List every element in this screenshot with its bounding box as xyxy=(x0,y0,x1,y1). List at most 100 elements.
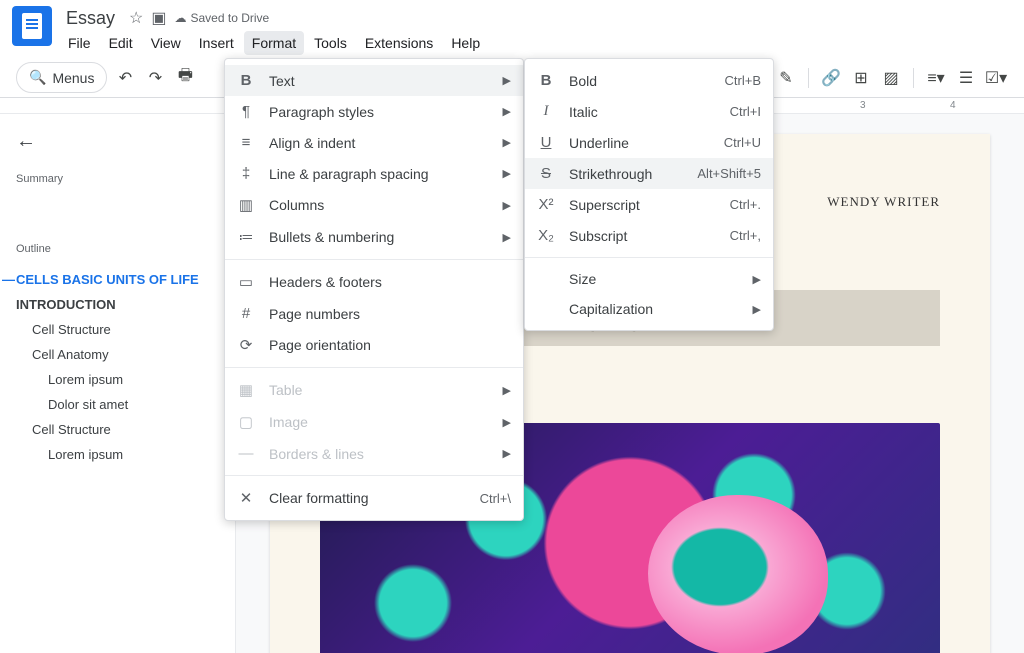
columns-icon: ▥ xyxy=(237,196,255,214)
outline-item[interactable]: Cell Structure xyxy=(16,417,204,442)
menu-file[interactable]: File xyxy=(60,31,99,55)
header: Essay ☆ ▣ ☁ Saved to Drive FileEditViewI… xyxy=(0,0,1024,58)
strikethrough-icon: S xyxy=(537,165,555,182)
spacing-icon[interactable]: ☰ xyxy=(954,66,978,90)
text-capitalization[interactable]: Capitalization▶ xyxy=(525,294,773,324)
link-icon[interactable]: 🔗 xyxy=(819,66,843,90)
menu-help[interactable]: Help xyxy=(443,31,488,55)
format-page-numbers[interactable]: #Page numbers xyxy=(225,298,523,329)
align-icon[interactable]: ≡▾ xyxy=(924,66,948,90)
format-clear-formatting[interactable]: ✕ Clear formatting Ctrl+\ xyxy=(225,482,523,514)
back-arrow-icon[interactable]: ← xyxy=(16,130,204,153)
format-align-indent[interactable]: ≡Align & indent▶ xyxy=(225,127,523,158)
chevron-right-icon: ▶ xyxy=(503,167,511,180)
docs-logo[interactable] xyxy=(12,6,52,46)
shortcut-label: Ctrl+\ xyxy=(480,491,511,506)
menu-item-label: Headers & footers xyxy=(269,274,511,290)
menus-label: Menus xyxy=(52,70,94,86)
format-text[interactable]: BText▶ xyxy=(225,65,523,96)
saved-label: Saved to Drive xyxy=(191,11,270,25)
subscript-icon: X₂ xyxy=(537,227,555,244)
cloud-status[interactable]: ☁ Saved to Drive xyxy=(175,11,270,25)
doc-title[interactable]: Essay xyxy=(60,6,121,31)
menu-item-label: Text xyxy=(269,73,489,89)
outline-item[interactable]: INTRODUCTION xyxy=(16,292,204,317)
borders-lines-icon: — xyxy=(237,445,255,462)
cloud-icon: ☁ xyxy=(175,11,187,25)
menu-item-label: Subscript xyxy=(569,228,716,244)
outline-list: CELLS BASIC UNITS OF LIFEINTRODUCTIONCel… xyxy=(16,267,204,467)
text-italic[interactable]: IItalicCtrl+I xyxy=(525,96,773,127)
shortcut-label: Ctrl+, xyxy=(730,228,761,243)
text-bold[interactable]: BBoldCtrl+B xyxy=(525,65,773,96)
text-underline[interactable]: U Underline Ctrl+U xyxy=(525,127,773,158)
chevron-right-icon: ▶ xyxy=(753,303,761,316)
highlight-icon[interactable]: ✎ xyxy=(774,66,798,90)
star-icon[interactable]: ☆ xyxy=(129,8,143,28)
chevron-right-icon: ▶ xyxy=(503,199,511,212)
outline-item[interactable]: Cell Anatomy xyxy=(16,342,204,367)
format-page-orientation[interactable]: ⟳ Page orientation xyxy=(225,329,523,361)
underline-icon: U xyxy=(537,134,555,151)
outline-item[interactable]: Cell Structure xyxy=(16,317,204,342)
shortcut-label: Alt+Shift+5 xyxy=(697,166,761,181)
chevron-right-icon: ▶ xyxy=(753,273,761,286)
menu-item-label: Table xyxy=(269,382,489,398)
comment-icon[interactable]: ⊞ xyxy=(849,66,873,90)
format-columns[interactable]: ▥ Columns ▶ xyxy=(225,189,523,221)
format-paragraph-styles[interactable]: ¶Paragraph styles▶ xyxy=(225,96,523,127)
menu-insert[interactable]: Insert xyxy=(191,31,242,55)
menubar: FileEditViewInsertFormatToolsExtensionsH… xyxy=(60,30,1012,56)
outline-item[interactable]: Lorem ipsum xyxy=(16,442,204,467)
line-paragraph-spacing-icon: ‡ xyxy=(237,165,255,182)
text-strikethrough[interactable]: S Strikethrough Alt+Shift+5 xyxy=(525,158,773,189)
outline-sidebar: ← Summary Outline CELLS BASIC UNITS OF L… xyxy=(0,114,220,653)
text-superscript[interactable]: X²SuperscriptCtrl+. xyxy=(525,189,773,220)
shortcut-label: Ctrl+U xyxy=(724,135,761,150)
chevron-right-icon: ▶ xyxy=(503,416,511,429)
menu-tools[interactable]: Tools xyxy=(306,31,355,55)
menu-item-label: Columns xyxy=(269,197,489,213)
menu-item-label: Superscript xyxy=(569,197,716,213)
bullets-numbering-icon: ≔ xyxy=(237,228,255,246)
chevron-right-icon: ▶ xyxy=(503,105,511,118)
outline-item[interactable]: Dolor sit amet xyxy=(16,392,204,417)
print-icon[interactable]: 🖶 xyxy=(173,66,197,90)
outline-heading: Outline xyxy=(16,243,204,255)
menus-button[interactable]: 🔍 Menus xyxy=(16,62,107,93)
menu-edit[interactable]: Edit xyxy=(101,31,141,55)
menu-item-label: Underline xyxy=(569,135,710,151)
menu-extensions[interactable]: Extensions xyxy=(357,31,441,55)
menu-view[interactable]: View xyxy=(143,31,189,55)
format-bullets-numbering[interactable]: ≔Bullets & numbering▶ xyxy=(225,221,523,253)
menu-item-label: Clear formatting xyxy=(269,490,466,506)
image-icon[interactable]: ▨ xyxy=(879,66,903,90)
bold-icon: B xyxy=(537,72,555,89)
menu-item-label: Bold xyxy=(569,73,711,89)
outline-item[interactable]: Lorem ipsum xyxy=(16,367,204,392)
format-line-paragraph-spacing[interactable]: ‡Line & paragraph spacing▶ xyxy=(225,158,523,189)
text-submenu-dropdown: BBoldCtrl+BIItalicCtrl+IUUnderlineCtrl+U… xyxy=(524,58,774,331)
clear-formatting-icon: ✕ xyxy=(237,489,255,507)
chevron-right-icon: ▶ xyxy=(503,231,511,244)
menu-item-label: Strikethrough xyxy=(569,166,683,182)
checklist-icon[interactable]: ☑▾ xyxy=(984,66,1008,90)
table-icon: ▦ xyxy=(237,381,255,399)
text-size[interactable]: Size▶ xyxy=(525,264,773,294)
redo-icon[interactable]: ↷ xyxy=(143,66,167,90)
paragraph-styles-icon: ¶ xyxy=(237,103,255,120)
format-headers-footers[interactable]: ▭Headers & footers xyxy=(225,266,523,298)
superscript-icon: X² xyxy=(537,196,555,213)
menu-format[interactable]: Format xyxy=(244,31,304,55)
page-orientation-icon: ⟳ xyxy=(237,336,255,354)
undo-icon[interactable]: ↶ xyxy=(113,66,137,90)
chevron-right-icon: ▶ xyxy=(503,384,511,397)
italic-icon: I xyxy=(537,103,555,120)
format-borders-lines: —Borders & lines▶ xyxy=(225,438,523,469)
text-subscript[interactable]: X₂ Subscript Ctrl+, xyxy=(525,220,773,251)
outline-item[interactable]: CELLS BASIC UNITS OF LIFE xyxy=(16,267,204,292)
menu-item-label: Page orientation xyxy=(269,337,511,353)
chevron-right-icon: ▶ xyxy=(503,447,511,460)
move-icon[interactable]: ▣ xyxy=(151,8,166,28)
text-separator xyxy=(525,257,773,258)
